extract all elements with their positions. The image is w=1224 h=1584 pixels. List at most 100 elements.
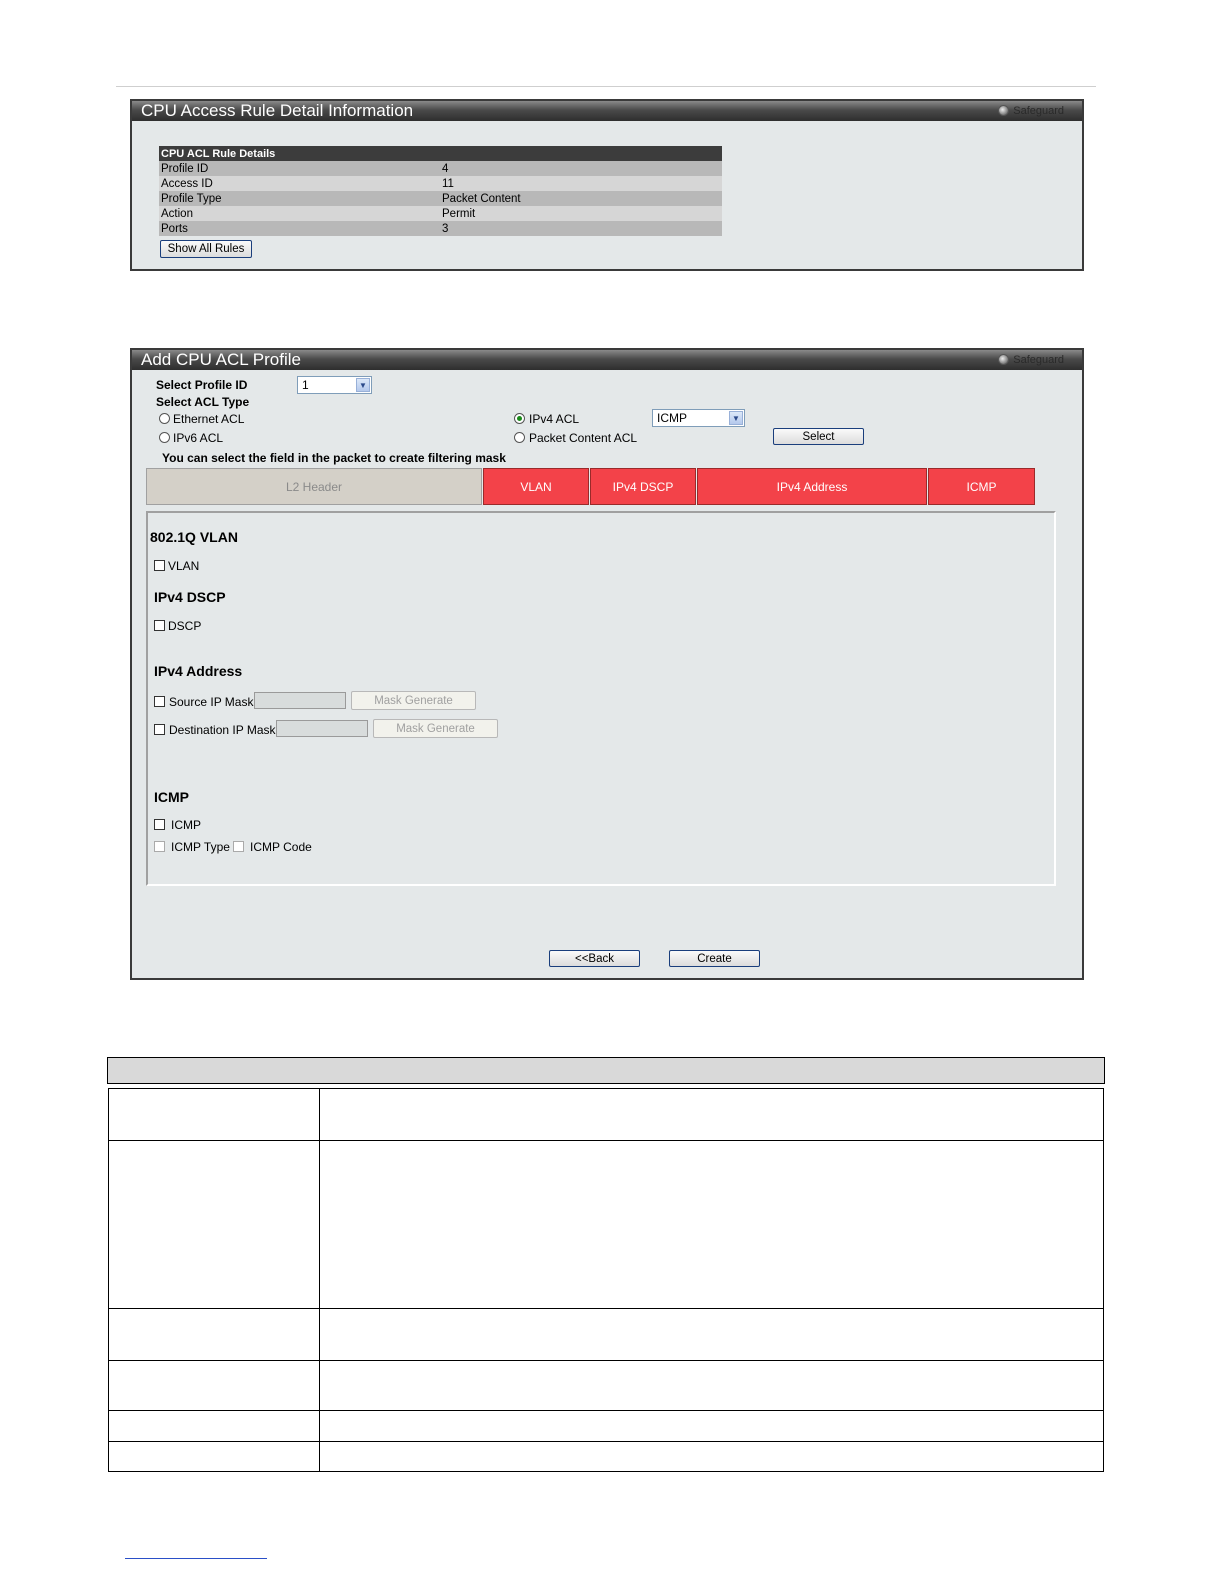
param-cell [108,1360,320,1411]
rule-detail-table: CPU ACL Rule Details Profile ID 4 Access … [159,146,722,236]
ipv4-address-section-title: IPv4 Address [154,663,243,679]
row-label: Profile Type [159,191,440,206]
desc-cell [319,1410,1104,1442]
filter-fields-box: 802.1Q VLAN VLAN IPv4 DSCP DSCP IPv4 Add… [146,511,1056,886]
tab-icmp[interactable]: ICMP [928,468,1035,505]
ipv6-acl-radio[interactable] [159,432,170,443]
icmp-code-checkbox[interactable] [233,841,244,852]
param-cell [108,1410,320,1442]
row-value: 3 [440,221,722,236]
table-row [108,1088,1104,1141]
tab-ipv4-dscp[interactable]: IPv4 DSCP [590,468,696,505]
row-value: 11 [440,176,722,191]
safeguard-label: Safeguard [1013,105,1064,117]
ethernet-acl-label: Ethernet ACL [173,412,245,426]
vlan-checkbox-label: VLAN [168,559,200,573]
ipv4-protocol-select[interactable]: ICMP ▼ [652,409,745,427]
ipv4-acl-radio[interactable] [514,413,525,424]
packet-content-acl-label: Packet Content ACL [529,431,638,445]
desc-cell [319,1088,1104,1141]
tab-l2-header[interactable]: L2 Header [146,468,482,505]
icmp-type-label: ICMP Type [171,840,230,854]
safeguard-label: Safeguard [1013,354,1064,366]
profile-id-select[interactable]: 1 ▼ [297,376,372,394]
ipv6-acl-label: IPv6 ACL [173,431,224,445]
desc-cell [319,1360,1104,1411]
destination-mask-generate-button[interactable]: Mask Generate [373,719,498,738]
icmp-section-title: ICMP [154,789,189,805]
safeguard-icon [998,105,1010,116]
create-button[interactable]: Create [669,950,760,967]
table-header: CPU ACL Rule Details [159,146,722,161]
select-button[interactable]: Select [773,428,864,445]
table-row [108,1140,1104,1309]
destination-ip-mask-input[interactable] [276,720,368,737]
add-profile-panel-header: Add CPU ACL Profile Safeguard [132,350,1082,370]
packet-content-acl-radio[interactable] [514,432,525,443]
desc-cell [319,1140,1104,1309]
dscp-section-title: IPv4 DSCP [154,589,226,605]
table-row: Action Permit [159,206,722,221]
table-row [108,1360,1104,1411]
row-label: Ports [159,221,440,236]
top-rule [116,86,1096,87]
safeguard-indicator: Safeguard [998,104,1064,118]
icmp-type-checkbox[interactable] [154,841,165,852]
param-cell [108,1088,320,1141]
icmp-code-label: ICMP Code [250,840,312,854]
row-label: Access ID [159,176,440,191]
tab-ipv4-address[interactable]: IPv4 Address [697,468,927,505]
select-acl-type-label: Select ACL Type [156,395,250,409]
ipv4-protocol-value: ICMP [657,411,687,425]
table-row: Access ID 11 [159,176,722,191]
row-label: Action [159,206,440,221]
param-cell [108,1308,320,1361]
table-row: Ports 3 [159,221,722,236]
row-value: Packet Content [440,191,722,206]
ipv4-acl-label: IPv4 ACL [529,412,580,426]
add-profile-panel: Add CPU ACL Profile Safeguard Select Pro… [130,348,1084,980]
vlan-section-title: 802.1Q VLAN [150,529,238,545]
safeguard-icon [998,354,1010,365]
row-label: Profile ID [159,161,440,176]
rule-detail-panel: CPU Access Rule Detail Information Safeg… [130,99,1084,271]
row-value: 4 [440,161,722,176]
param-cell [108,1140,320,1309]
row-value: Permit [440,206,722,221]
source-ip-mask-input[interactable] [254,692,346,709]
dscp-checkbox-label: DSCP [168,619,202,633]
icmp-checkbox[interactable] [154,819,165,830]
destination-ip-mask-checkbox[interactable] [154,724,165,735]
param-cell [108,1441,320,1472]
rule-detail-panel-header: CPU Access Rule Detail Information Safeg… [132,101,1082,121]
table-row: Profile Type Packet Content [159,191,722,206]
filter-hint-text: You can select the field in the packet t… [162,451,506,465]
safeguard-indicator: Safeguard [998,353,1064,367]
panel-title: CPU Access Rule Detail Information [141,101,414,120]
tab-vlan[interactable]: VLAN [483,468,589,505]
table-row [108,1410,1104,1442]
ethernet-acl-radio[interactable] [159,413,170,424]
panel-title: Add CPU ACL Profile [141,350,301,369]
back-button[interactable]: <<Back [549,950,640,967]
chevron-down-icon[interactable]: ▼ [729,411,743,425]
select-profile-id-label: Select Profile ID [156,378,248,392]
destination-ip-mask-label: Destination IP Mask [169,723,276,737]
dscp-checkbox[interactable] [154,620,165,631]
footer-link-underline[interactable] [125,1558,267,1559]
vlan-checkbox[interactable] [154,560,165,571]
desc-cell [319,1441,1104,1472]
show-all-rules-button[interactable]: Show All Rules [160,240,252,258]
chevron-down-icon[interactable]: ▼ [356,378,370,392]
desc-cell [319,1308,1104,1361]
profile-id-value: 1 [302,378,309,392]
source-ip-mask-label: Source IP Mask [169,695,254,709]
source-ip-mask-checkbox[interactable] [154,696,165,707]
table-row [108,1308,1104,1361]
description-table-title-bar [107,1057,1105,1084]
source-mask-generate-button[interactable]: Mask Generate [351,691,476,710]
description-table [108,1088,1104,1472]
icmp-checkbox-label: ICMP [171,818,201,832]
table-row: Profile ID 4 [159,161,722,176]
table-row [108,1441,1104,1472]
